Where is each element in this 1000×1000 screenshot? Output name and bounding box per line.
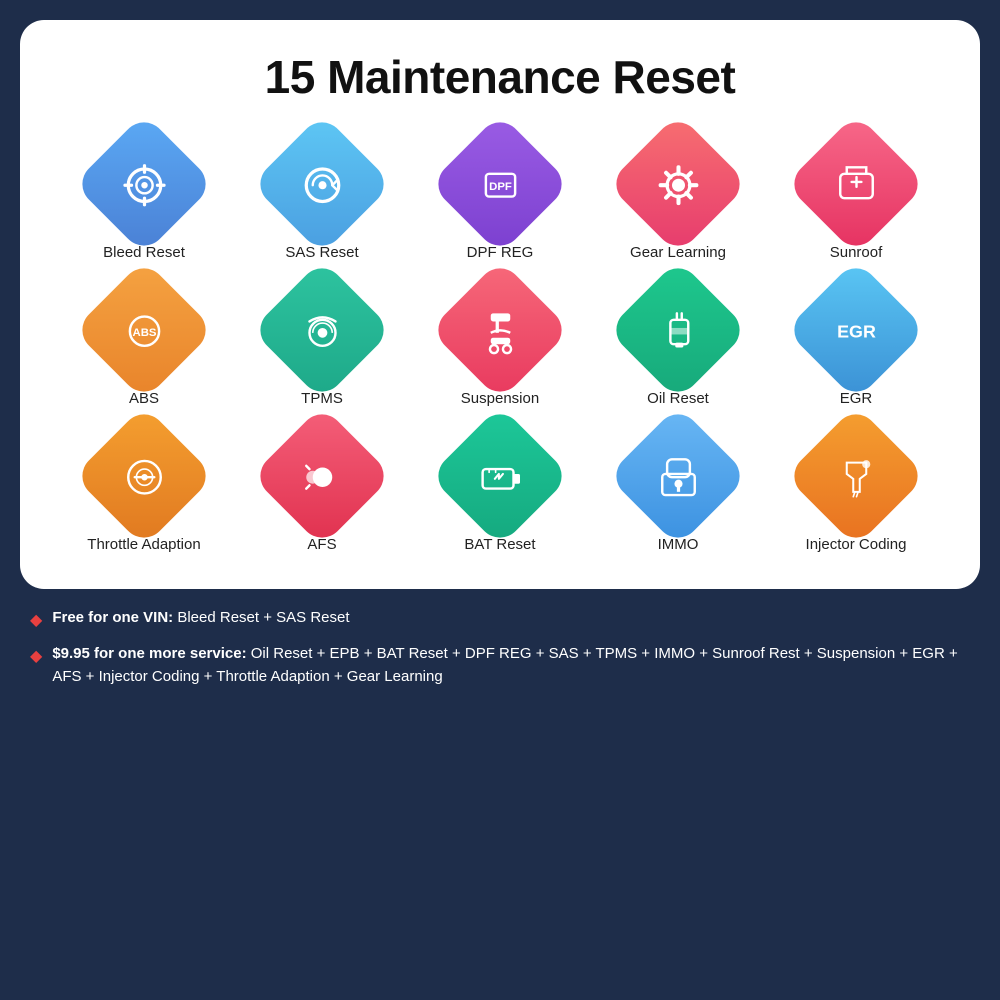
- feature-item-immo: IMMO: [594, 426, 762, 554]
- throttle-icon: [112, 444, 177, 509]
- immo-icon-wrap: [607, 405, 748, 546]
- immo-icon: [646, 444, 711, 509]
- afs-icon-wrap: [251, 405, 392, 546]
- suspension-label: Suspension: [461, 390, 539, 408]
- afs-label: AFS: [307, 536, 336, 554]
- feature-item-suspension: Suspension: [416, 280, 584, 408]
- svg-text:DPF: DPF: [489, 180, 512, 192]
- throttle-icon-wrap: [73, 405, 214, 546]
- tpms-icon-wrap: [251, 259, 392, 400]
- bat-label: BAT Reset: [464, 536, 535, 554]
- afs-icon: [290, 444, 355, 509]
- feature-item-gear: Gear Learning: [594, 134, 762, 262]
- suspension-icon-wrap: [429, 259, 570, 400]
- oil-icon: [646, 298, 711, 363]
- abs-icon: ABS: [112, 298, 177, 363]
- sas-label: SAS Reset: [285, 244, 358, 262]
- tpms-label: TPMS: [301, 390, 343, 408]
- sas-icon-wrap: [251, 113, 392, 254]
- abs-label: ABS: [129, 390, 159, 408]
- injector-icon-wrap: [785, 405, 926, 546]
- page-container: 15 Maintenance Reset Bleed Reset SAS Res…: [20, 20, 980, 980]
- dpf-label: DPF REG: [467, 244, 534, 262]
- feature-item-tpms: TPMS: [238, 280, 406, 408]
- diamond-icon-1: ◆: [30, 645, 42, 669]
- sunroof-icon: [824, 152, 889, 217]
- page-title: 15 Maintenance Reset: [60, 50, 940, 104]
- gear-label: Gear Learning: [630, 244, 726, 262]
- bat-icon-wrap: [429, 405, 570, 546]
- info-row-0: ◆ Free for one VIN: Bleed Reset + SAS Re…: [30, 607, 970, 633]
- info-text-0: Free for one VIN: Bleed Reset + SAS Rese…: [52, 607, 349, 630]
- diamond-icon-0: ◆: [30, 609, 42, 633]
- bleed-label: Bleed Reset: [103, 244, 185, 262]
- feature-item-afs: AFS: [238, 426, 406, 554]
- bat-icon: [468, 444, 533, 509]
- egr-label: EGR: [840, 390, 873, 408]
- injector-label: Injector Coding: [806, 536, 907, 554]
- feature-item-abs: ABS ABS: [60, 280, 228, 408]
- throttle-label: Throttle Adaption: [87, 536, 200, 554]
- egr-icon: EGR: [824, 298, 889, 363]
- feature-item-oil: Oil Reset: [594, 280, 762, 408]
- injector-icon: [824, 444, 889, 509]
- dpf-icon: DPF: [468, 152, 533, 217]
- gear-icon: [646, 152, 711, 217]
- feature-item-bat: BAT Reset: [416, 426, 584, 554]
- bottom-info: ◆ Free for one VIN: Bleed Reset + SAS Re…: [20, 589, 980, 688]
- main-card: 15 Maintenance Reset Bleed Reset SAS Res…: [20, 20, 980, 589]
- info-row-1: ◆ $9.95 for one more service: Oil Reset …: [30, 643, 970, 688]
- sunroof-icon-wrap: [785, 113, 926, 254]
- oil-label: Oil Reset: [647, 390, 709, 408]
- bleed-icon-wrap: [73, 113, 214, 254]
- oil-icon-wrap: [607, 259, 748, 400]
- dpf-icon-wrap: DPF: [429, 113, 570, 254]
- bleed-icon: [112, 152, 177, 217]
- feature-item-sunroof: Sunroof: [772, 134, 940, 262]
- immo-label: IMMO: [658, 536, 699, 554]
- tpms-icon: [290, 298, 355, 363]
- gear-icon-wrap: [607, 113, 748, 254]
- feature-item-bleed: Bleed Reset: [60, 134, 228, 262]
- egr-icon-wrap: EGR: [785, 259, 926, 400]
- sunroof-label: Sunroof: [830, 244, 883, 262]
- feature-item-egr: EGR EGR: [772, 280, 940, 408]
- suspension-icon: [468, 298, 533, 363]
- feature-item-sas: SAS Reset: [238, 134, 406, 262]
- feature-item-throttle: Throttle Adaption: [60, 426, 228, 554]
- sas-icon: [290, 152, 355, 217]
- feature-item-dpf: DPF DPF REG: [416, 134, 584, 262]
- abs-icon-wrap: ABS: [73, 259, 214, 400]
- features-grid: Bleed Reset SAS Reset DPF DPF REG Gear L…: [60, 134, 940, 554]
- feature-item-injector: Injector Coding: [772, 426, 940, 554]
- svg-text:ABS: ABS: [132, 326, 156, 338]
- svg-text:EGR: EGR: [837, 321, 876, 341]
- info-text-1: $9.95 for one more service: Oil Reset + …: [52, 643, 970, 688]
